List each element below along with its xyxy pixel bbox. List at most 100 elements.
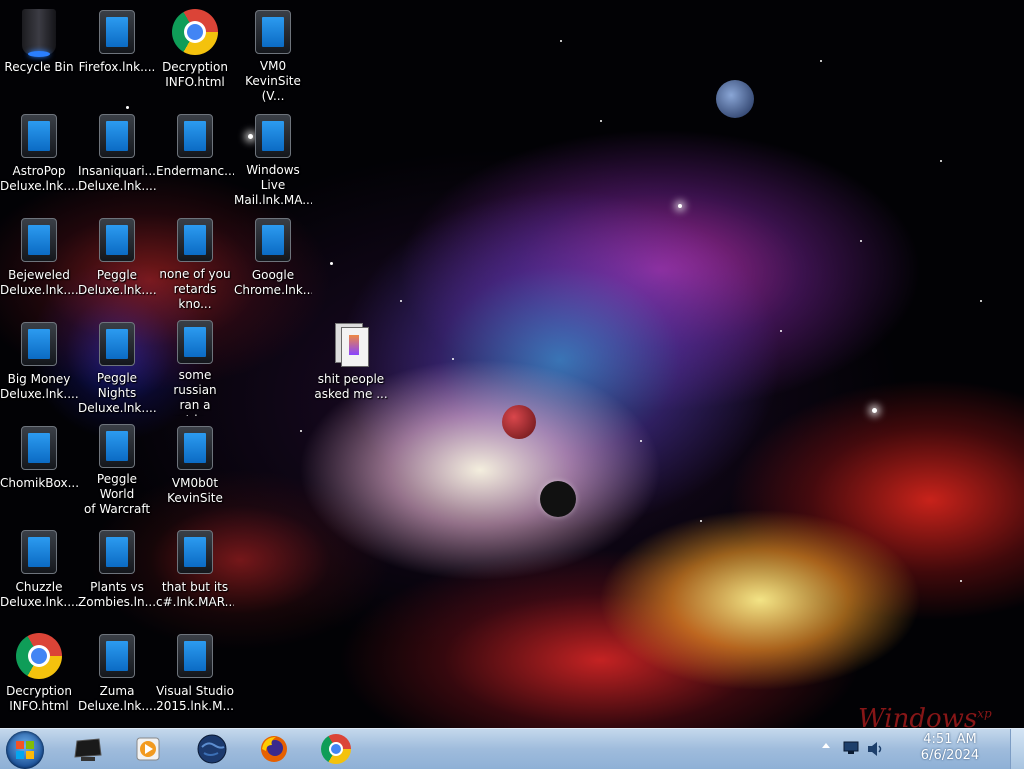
star	[678, 204, 682, 208]
globe-icon	[197, 734, 227, 764]
star	[300, 430, 302, 432]
chrome-icon	[15, 632, 63, 680]
star	[400, 300, 402, 302]
desktop-icon-shit-people[interactable]: shit people asked me ...	[312, 316, 390, 416]
desktop-icon-label: Peggle Deluxe.lnk....	[78, 268, 156, 297]
desktop-icon-vm0b0t[interactable]: VM0b0t KevinSite	[156, 420, 234, 520]
firefox-icon	[261, 736, 287, 762]
desktop-icon-label: Peggle World of Warcraft ...	[83, 472, 151, 520]
desktop-icon-recycle-bin[interactable]: Recycle Bin	[0, 4, 78, 104]
desktop-icon-windows-live-mail[interactable]: Windows Live Mail.lnk.MA...	[234, 108, 312, 208]
start-button[interactable]	[6, 731, 44, 769]
desktop-icon-label: Google Chrome.lnk....	[234, 268, 312, 297]
shortcut-file-icon	[15, 424, 63, 472]
shortcut-file-icon	[93, 424, 141, 468]
desktop-icon-firefox-lnk[interactable]: Firefox.lnk....	[78, 4, 156, 104]
desktop-icon-label: some russian ran a rat.ln...	[173, 368, 217, 416]
wallpaper-red-planet	[502, 405, 536, 439]
recycle-bin-icon	[15, 8, 63, 57]
computer-icon	[74, 738, 102, 761]
shortcut-file-icon	[171, 424, 219, 472]
desktop-icon-label: VM0 KevinSite (V...	[245, 59, 301, 104]
desktop-icon-label: Endermanc...	[156, 164, 234, 178]
desktop-icon-astropop[interactable]: AstroPop Deluxe.lnk....	[0, 108, 78, 208]
desktop-icon-label: Visual Studio 2015.lnk.M...	[156, 684, 234, 713]
desktop-icon-some-russian[interactable]: some russian ran a rat.ln...	[156, 316, 234, 416]
desktop-icon-label: that but its c#.lnk.MAR...	[156, 580, 234, 609]
clock-date: 6/6/2024	[920, 748, 980, 763]
star	[330, 262, 333, 265]
desktop-icon-label: Windows Live Mail.lnk.MA...	[234, 163, 312, 208]
desktop-icon-decryption-info-top[interactable]: Decryption INFO.html	[156, 4, 234, 104]
desktop-icon-label: Bejeweled Deluxe.lnk....	[0, 268, 78, 297]
shortcut-file-icon	[93, 8, 141, 56]
shortcut-file-icon	[15, 528, 63, 576]
network-icon[interactable]	[843, 741, 859, 755]
star	[940, 160, 942, 162]
shortcut-file-icon	[15, 216, 63, 264]
shortcut-file-icon	[15, 320, 63, 368]
desktop-icon-peggle-nights[interactable]: Peggle Nights Deluxe.lnk....	[78, 316, 156, 416]
desktop-icon-label: Decryption INFO.html	[162, 60, 228, 89]
shortcut-file-icon	[249, 8, 297, 55]
windows-logo-icon	[16, 741, 34, 759]
desktop-icon-label: Insaniquari... Deluxe.lnk....	[78, 164, 156, 193]
desktop-icon-chuzzle[interactable]: Chuzzle Deluxe.lnk....	[0, 524, 78, 624]
desktop-icon-none-of-you[interactable]: none of you retards kno...	[156, 212, 234, 312]
star	[780, 330, 782, 332]
desktop-icon-peggle[interactable]: Peggle Deluxe.lnk....	[78, 212, 156, 312]
shortcut-file-icon	[249, 216, 297, 264]
desktop-icon-plants-vs-zombies[interactable]: Plants vs Zombies.ln...	[78, 524, 156, 624]
desktop-icon-label: Recycle Bin	[4, 60, 74, 74]
star	[640, 440, 642, 442]
shortcut-file-icon	[171, 216, 219, 263]
taskbar-clock[interactable]: 4:51 AM 6/6/2024	[898, 732, 1002, 764]
desktop-icon-big-money[interactable]: Big Money Deluxe.lnk....	[0, 316, 78, 416]
taskbar-media-player[interactable]	[122, 732, 174, 766]
shortcut-file-icon	[93, 632, 141, 680]
desktop-icon-enderman[interactable]: Endermanc...	[156, 108, 234, 208]
star	[600, 120, 602, 122]
shortcut-file-icon	[171, 528, 219, 576]
desktop-icon-label: none of you retards kno...	[159, 267, 231, 312]
shortcut-file-icon	[171, 320, 219, 364]
desktop-icon-chomikbox[interactable]: ChomikBox....	[0, 420, 78, 520]
star	[860, 240, 862, 242]
star	[560, 40, 562, 42]
taskbar-my-computer[interactable]	[62, 732, 114, 766]
desktop-icon-insaniquarium[interactable]: Insaniquari... Deluxe.lnk....	[78, 108, 156, 208]
desktop-icon-that-but-its-c[interactable]: that but its c#.lnk.MAR...	[156, 524, 234, 624]
star	[700, 520, 702, 522]
taskbar-globe-app[interactable]	[186, 732, 238, 766]
shortcut-file-icon	[249, 112, 297, 159]
desktop-icon-label: ChomikBox....	[0, 476, 78, 490]
desktop-icon-google-chrome-lnk[interactable]: Google Chrome.lnk....	[234, 212, 312, 312]
desktop-icon-decryption-info-bottom[interactable]: Decryption INFO.html	[0, 628, 78, 728]
wallpaper-dark-planet	[540, 481, 576, 517]
desktop-icon-label: Peggle Nights Deluxe.lnk....	[78, 371, 156, 416]
star	[452, 358, 454, 360]
desktop-icon-peggle-world[interactable]: Peggle World of Warcraft ...	[78, 420, 156, 520]
volume-icon[interactable]	[866, 741, 884, 757]
taskbar-firefox[interactable]	[248, 732, 300, 766]
desktop-icon-vm0-kevinsite[interactable]: VM0 KevinSite (V...	[234, 4, 312, 104]
taskbar-chrome[interactable]	[310, 732, 362, 766]
star	[820, 60, 822, 62]
taskbar: 4:51 AM 6/6/2024	[0, 728, 1024, 769]
chrome-icon	[321, 734, 351, 764]
star	[960, 580, 962, 582]
desktop-icon-bejeweled[interactable]: Bejeweled Deluxe.lnk....	[0, 212, 78, 312]
desktop-icon-zuma[interactable]: Zuma Deluxe.lnk....	[78, 628, 156, 728]
desktop-icon-label: Plants vs Zombies.ln...	[78, 580, 156, 609]
star	[980, 300, 982, 302]
shortcut-file-icon	[171, 632, 219, 680]
desktop-icon-visual-studio[interactable]: Visual Studio 2015.lnk.M...	[156, 628, 234, 728]
show-desktop-button[interactable]	[1010, 729, 1024, 769]
clock-time: 4:51 AM	[923, 732, 977, 747]
desktop-icon-label: Firefox.lnk....	[78, 60, 156, 74]
desktop-icon-label: shit people asked me ...	[314, 372, 388, 401]
tray-show-hidden-icon[interactable]	[821, 741, 831, 751]
desktop-icon-label: VM0b0t KevinSite	[167, 476, 223, 505]
document-stack-icon	[327, 320, 375, 368]
shortcut-file-icon	[93, 528, 141, 576]
